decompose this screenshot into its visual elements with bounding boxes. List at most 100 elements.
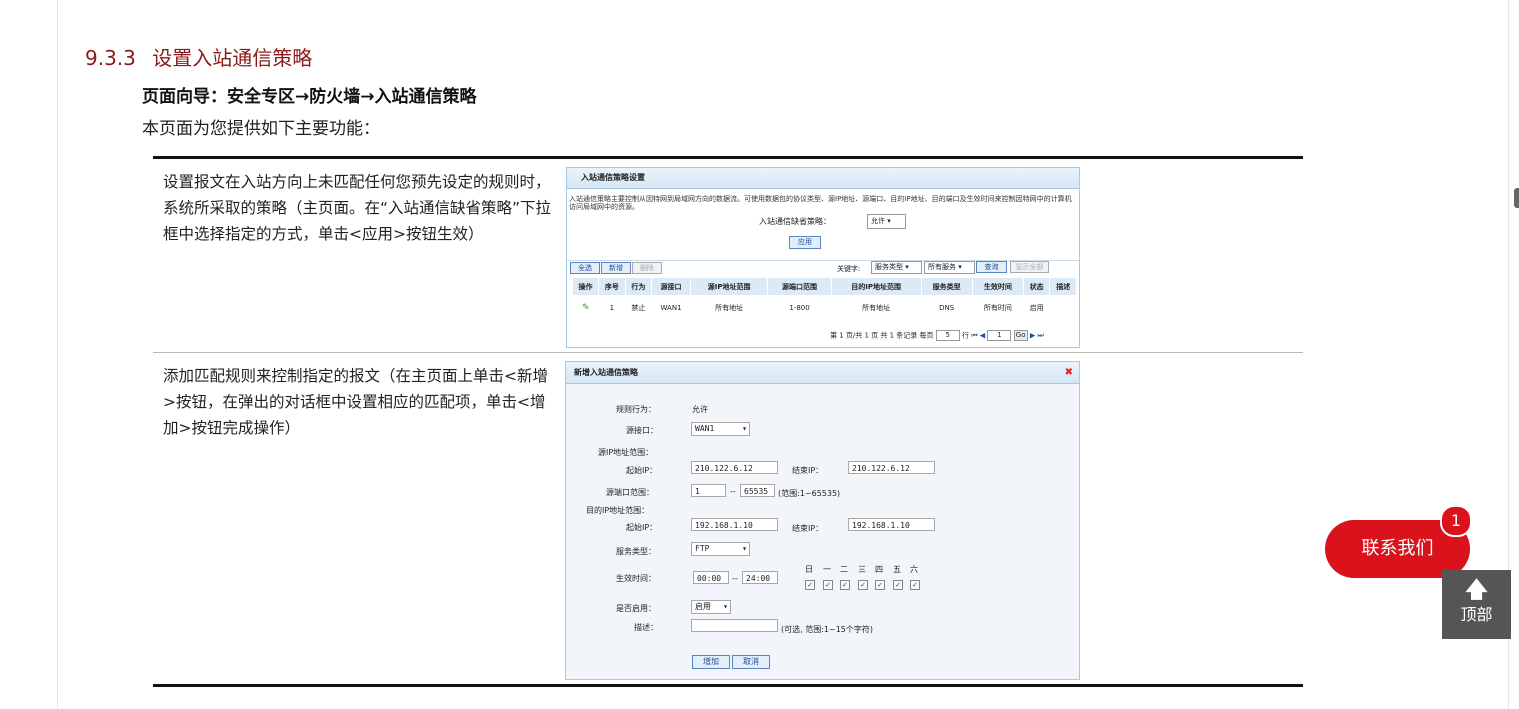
day-checkbox[interactable]: ✓ xyxy=(893,580,903,590)
s1-default-policy-value: 允许 xyxy=(871,217,885,225)
s1-col-header: 行为 xyxy=(625,278,653,295)
day-checkbox[interactable]: ✓ xyxy=(858,580,868,590)
day-checkbox[interactable]: ✓ xyxy=(910,580,920,590)
s1-col-header: 目的IP地址范围 xyxy=(831,278,922,295)
table-cell: WAN1 xyxy=(660,304,682,312)
s1-default-policy-select[interactable]: 允许 ▾ xyxy=(867,214,906,229)
s1-keyword-type-select[interactable]: 服务类型 ▾ xyxy=(871,261,922,274)
intro-text: 本页面为您提供如下主要功能： xyxy=(142,119,380,139)
table-cell: 启用 xyxy=(1029,304,1044,312)
time-separator: -- xyxy=(732,574,738,583)
s1-query-button[interactable]: 查询 xyxy=(976,261,1007,273)
port-range-hint: (范围:1~65535) xyxy=(778,489,841,498)
table-row: ✎ 1 禁止 WAN1 所有地址 1-800 所有地址 DNS 所有时间 启用 xyxy=(573,295,1077,321)
s1-delete-button[interactable]: 删除 xyxy=(632,262,662,274)
src-interface-select[interactable]: WAN1 xyxy=(691,422,750,436)
label-action: 规则行为： xyxy=(616,405,656,414)
day-label: 五 xyxy=(893,565,901,574)
edit-pencil-icon[interactable]: ✎ xyxy=(582,303,590,313)
service-type-select[interactable]: FTP xyxy=(691,542,750,556)
table-row-divider xyxy=(153,352,1303,353)
s1-go-button[interactable]: Go xyxy=(1013,330,1028,341)
src-start-ip-input[interactable]: 210.122.6.12 xyxy=(691,461,778,474)
section-number: 9.3.3 xyxy=(85,46,136,70)
s1-col-header: 源接口 xyxy=(651,278,691,295)
s1-show-all-button[interactable]: 显示全部 xyxy=(1010,261,1049,273)
s1-panel-title: 入站通信策略设置 xyxy=(567,168,1079,189)
day-label: 三 xyxy=(858,565,866,574)
s1-col-header: 生效时间 xyxy=(972,278,1024,295)
value-action: 允许 xyxy=(692,405,708,414)
table-cell: 所有地址 xyxy=(862,304,891,312)
first-page-icon[interactable]: ⏮ xyxy=(971,332,977,340)
s2-form: 规则行为： 允许 源接口： WAN1 源IP地址范围： 起始IP： 210.12… xyxy=(566,384,1079,679)
s1-edit-cell[interactable]: ✎ xyxy=(573,295,599,321)
s2-dialog-title: 新增入站通信策略 ✖ xyxy=(566,362,1079,384)
s1-default-policy-label: 入站通信缺省策略： xyxy=(759,217,831,226)
arrow-up-icon: 🡅 xyxy=(1465,578,1488,603)
s1-new-button[interactable]: 新增 xyxy=(601,262,631,274)
label-src-ip-range: 源IP地址范围： xyxy=(598,448,654,457)
dst-end-ip-input[interactable]: 192.168.1.10 xyxy=(848,518,935,531)
s1-col-header: 操作 xyxy=(573,278,600,295)
label-description: 描述： xyxy=(634,623,658,632)
table-cell: 禁止 xyxy=(631,304,646,312)
port-from-input[interactable]: 1 xyxy=(691,484,726,497)
back-to-top-button[interactable]: 🡅 顶部 xyxy=(1442,570,1511,639)
s1-col-header: 描述 xyxy=(1049,278,1077,295)
label-src-interface: 源接口： xyxy=(626,426,658,435)
s1-keyword-service-value: 所有服务 xyxy=(928,263,956,271)
description-hint: (可选, 范围:1~15个字符) xyxy=(781,625,873,634)
back-to-top-label: 顶部 xyxy=(1460,605,1493,624)
cancel-button[interactable]: 取消 xyxy=(732,655,770,669)
s1-per-page-input[interactable]: 5 xyxy=(935,330,960,341)
day-label: 日 xyxy=(805,565,813,574)
label-src-end-ip: 结束IP： xyxy=(792,466,824,475)
table-bottom-rule xyxy=(153,684,1303,687)
dst-start-ip-input[interactable]: 192.168.1.10 xyxy=(691,518,778,531)
day-checkbox[interactable]: ✓ xyxy=(805,580,815,590)
s1-keyword-label: 关键字: xyxy=(837,265,861,273)
close-icon[interactable]: ✖ xyxy=(1065,362,1073,383)
content-left-border xyxy=(57,0,58,709)
notification-badge: 1 xyxy=(1440,505,1472,537)
table-cell: 所有地址 xyxy=(715,304,744,312)
time-from-input[interactable]: 00:00 xyxy=(693,571,729,584)
label-dst-ip-range: 目的IP地址范围： xyxy=(586,506,650,515)
label-dst-start-ip: 起始IP： xyxy=(626,523,658,532)
table-cell: 1-800 xyxy=(789,304,810,312)
service-type-value: FTP xyxy=(695,544,710,553)
row-2-description: 添加匹配规则来控制指定的报文（在主页面上单击<新增>按钮，在弹出的对话框中设置相… xyxy=(163,367,548,437)
next-page-icon[interactable]: ▶ xyxy=(1030,332,1035,340)
port-to-input[interactable]: 65535 xyxy=(740,484,775,497)
description-input[interactable] xyxy=(691,619,778,632)
table-cell xyxy=(1050,295,1077,321)
day-label: 四 xyxy=(875,565,883,574)
day-label: 一 xyxy=(823,565,831,574)
s1-keyword-service-select[interactable]: 所有服务 ▾ xyxy=(924,261,975,274)
label-dst-end-ip: 结束IP： xyxy=(792,524,824,533)
enabled-select[interactable]: 启用 xyxy=(691,600,731,614)
add-button[interactable]: 增加 xyxy=(692,655,730,669)
day-checkbox[interactable]: ✓ xyxy=(840,580,850,590)
s1-keyword-type-value: 服务类型 xyxy=(875,263,903,271)
s1-col-header: 源端口范围 xyxy=(767,278,832,295)
day-label: 二 xyxy=(840,565,848,574)
s1-page-input[interactable]: 1 xyxy=(987,330,1012,341)
time-to-input[interactable]: 24:00 xyxy=(742,571,778,584)
s1-select-all-button[interactable]: 全选 xyxy=(570,262,600,274)
src-end-ip-input[interactable]: 210.122.6.12 xyxy=(848,461,935,474)
s1-col-header: 状态 xyxy=(1023,278,1051,295)
s1-apply-button[interactable]: 应用 xyxy=(789,236,821,249)
day-checkbox[interactable]: ✓ xyxy=(823,580,833,590)
section-title: 9.3.3 设置入站通信策略 xyxy=(85,42,312,71)
s2-dialog-title-text: 新增入站通信策略 xyxy=(574,368,638,377)
last-page-icon[interactable]: ⏭ xyxy=(1038,332,1044,340)
prev-page-icon[interactable]: ◀ xyxy=(980,332,985,340)
scrollbar-thumb[interactable] xyxy=(1514,188,1519,208)
row-1-description: 设置报文在入站方向上未匹配任何您预先设定的规则时，系统所采取的策略（主页面。在“… xyxy=(163,173,552,243)
day-checkbox[interactable]: ✓ xyxy=(875,580,885,590)
label-src-start-ip: 起始IP： xyxy=(626,466,658,475)
table-top-rule xyxy=(153,156,1303,159)
s1-page-info: 第 1 页/共 1 页 共 1 条记录 每页 xyxy=(830,331,934,340)
